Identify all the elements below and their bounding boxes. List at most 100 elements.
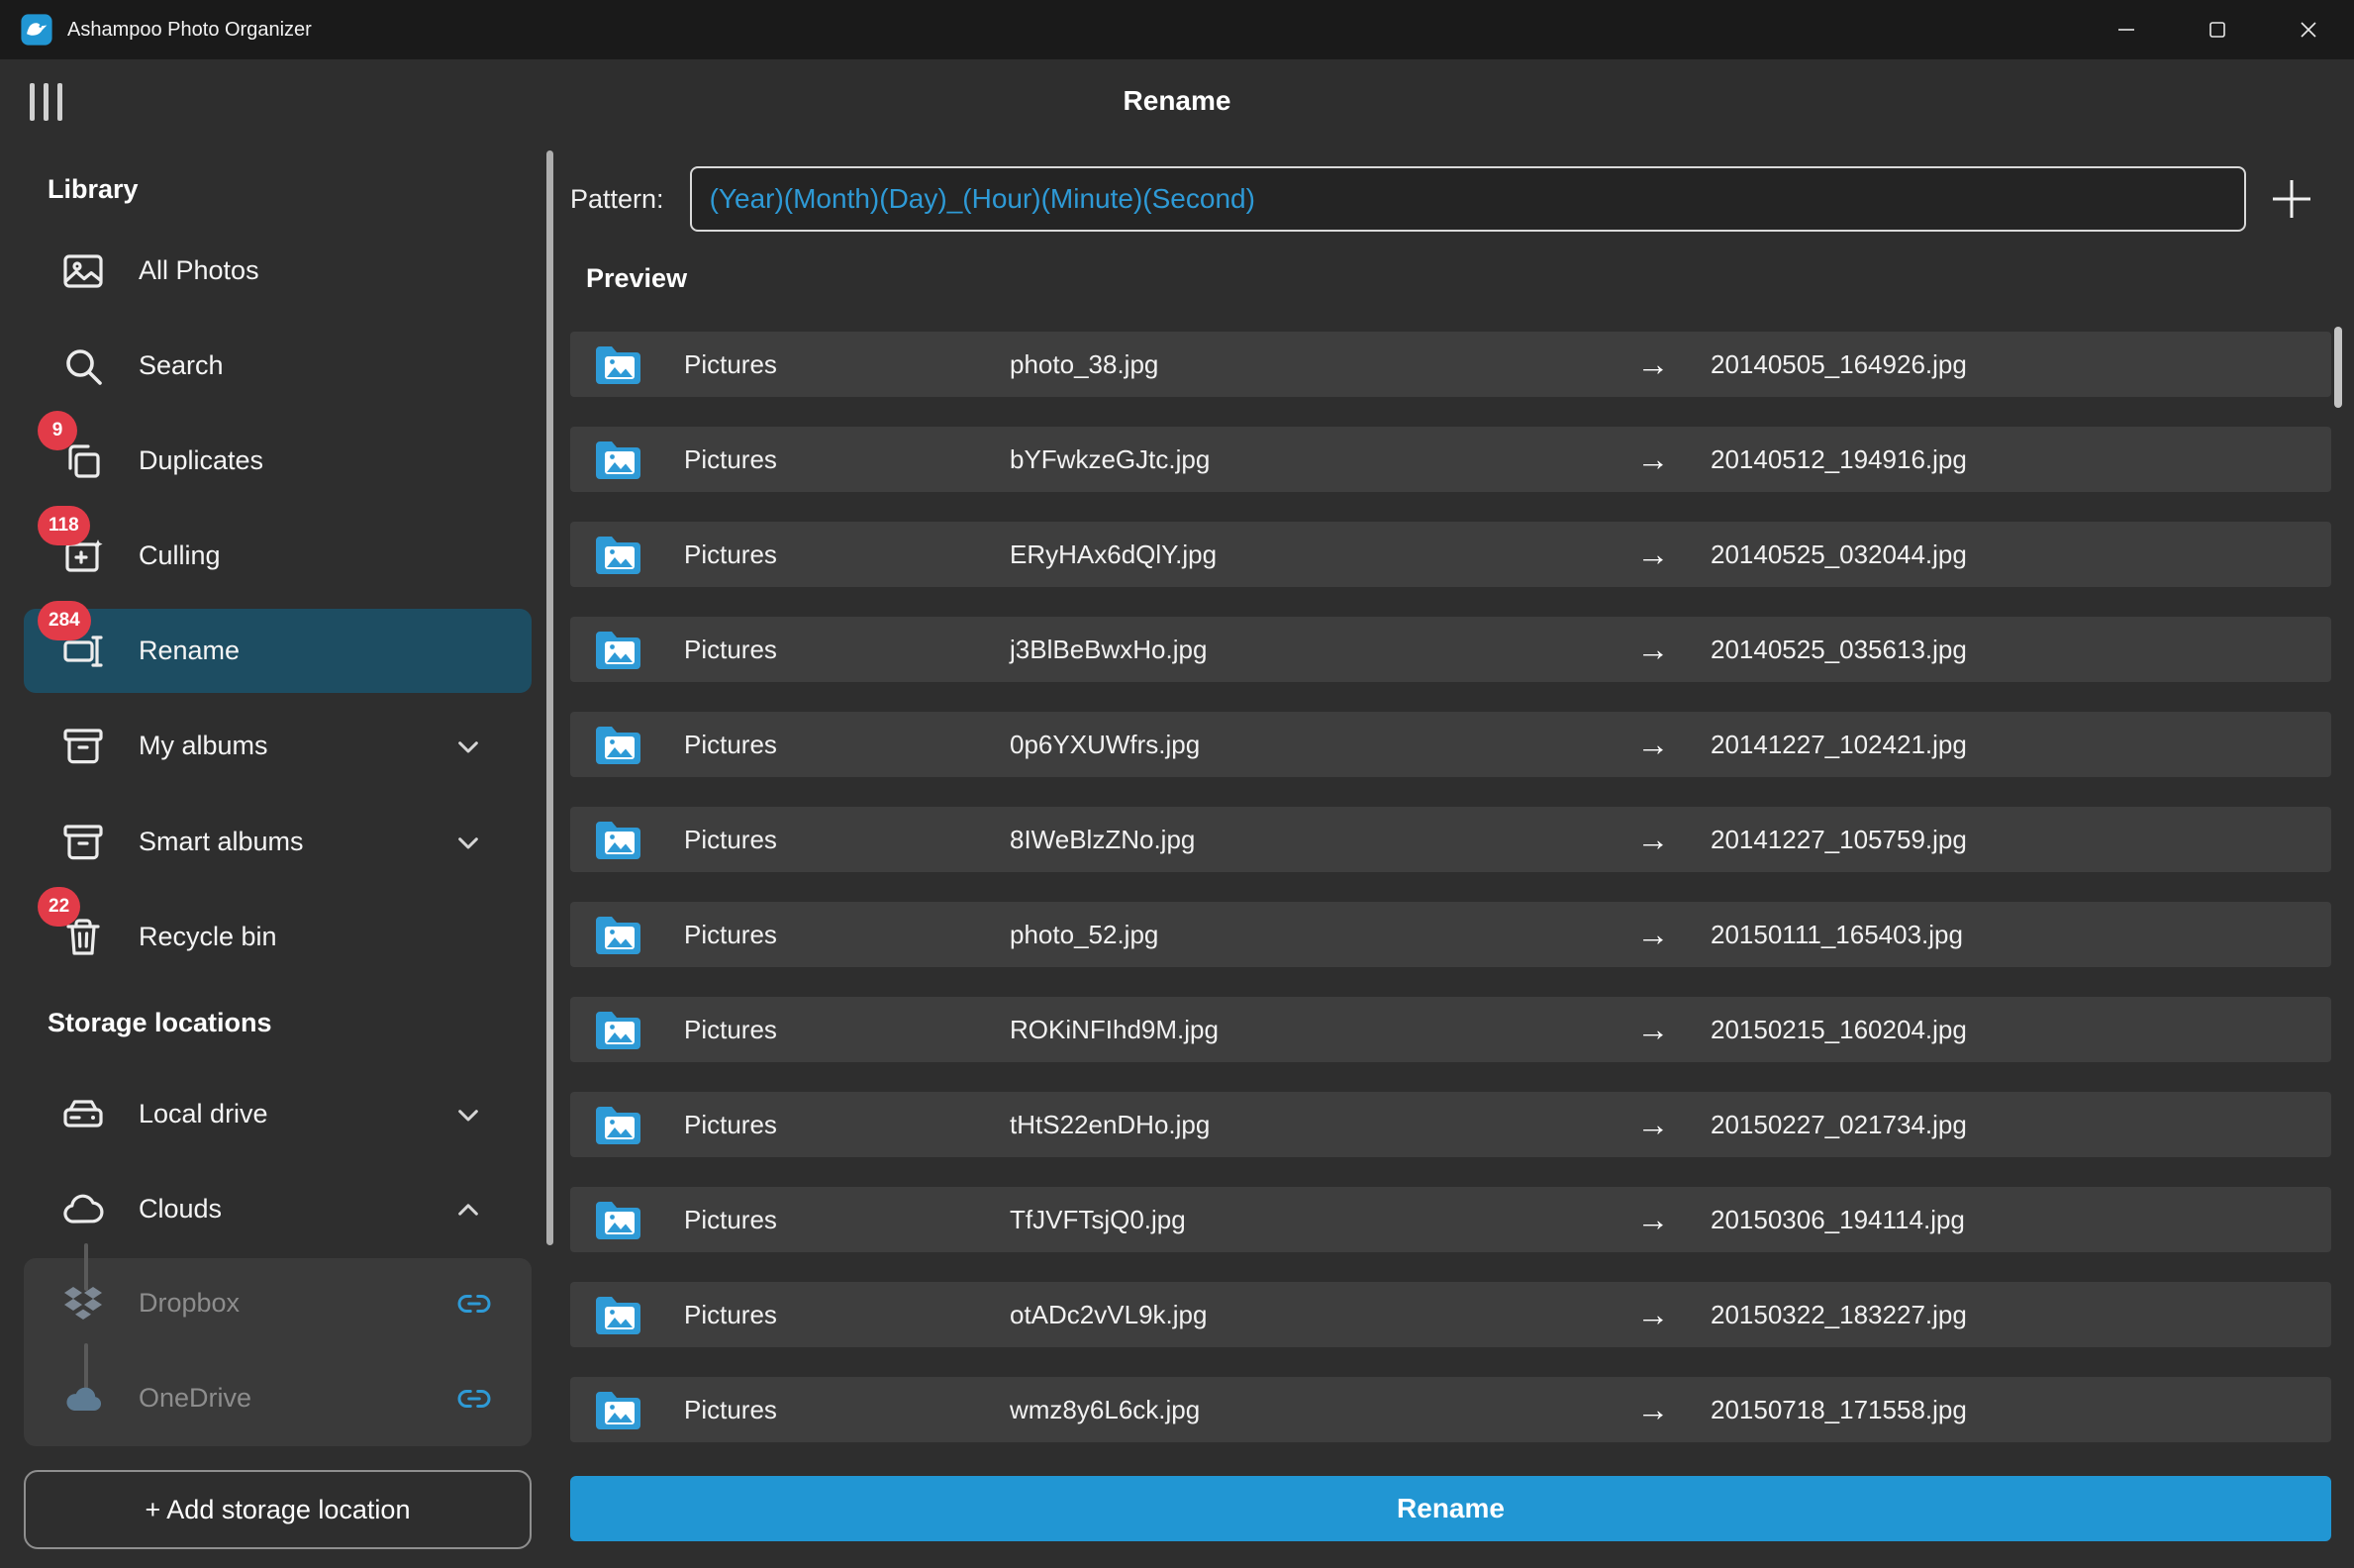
- row-new-name: 20150322_183227.jpg: [1711, 1299, 1967, 1329]
- arrow-icon: →: [1636, 1106, 1670, 1142]
- rename-badge: 284: [38, 601, 91, 640]
- sidebar-item-label: Culling: [139, 540, 221, 570]
- app-window: Ashampoo Photo Organizer Rename Library …: [0, 0, 2354, 1568]
- app-logo-icon: [21, 14, 52, 46]
- preview-row[interactable]: Pictures photo_38.jpg → 20140505_164926.…: [570, 332, 2331, 397]
- row-folder-label: Pictures: [684, 634, 777, 664]
- pattern-label: Pattern:: [570, 183, 664, 214]
- title-bar: Ashampoo Photo Organizer: [0, 0, 2354, 59]
- sidebar-scrollbar[interactable]: [546, 150, 553, 1245]
- chevron-up-icon[interactable]: [448, 1190, 488, 1229]
- rename-button[interactable]: Rename: [570, 1476, 2331, 1541]
- sidebar-item-smart-albums[interactable]: Smart albums: [24, 800, 532, 884]
- sidebar-item-local-drive[interactable]: Local drive: [24, 1072, 532, 1156]
- chevron-down-icon[interactable]: [448, 727, 488, 766]
- row-new-name: 20140512_194916.jpg: [1711, 443, 1967, 474]
- smart-albums-icon: [63, 824, 103, 859]
- add-storage-location-button[interactable]: + Add storage location: [24, 1470, 532, 1549]
- row-original-name: tHtS22enDHo.jpg: [1010, 1109, 1211, 1139]
- folder-icon: [593, 1387, 646, 1432]
- pattern-row: Pattern:: [570, 165, 2331, 233]
- row-new-name: 20140525_032044.jpg: [1711, 539, 1967, 569]
- row-folder-label: Pictures: [684, 539, 777, 569]
- sidebar-item-label: My albums: [139, 731, 268, 760]
- row-original-name: ROKiNFIhd9M.jpg: [1010, 1014, 1219, 1044]
- link-icon[interactable]: [456, 1381, 492, 1417]
- row-folder-label: Pictures: [684, 1299, 777, 1329]
- arrow-icon: →: [1636, 631, 1670, 667]
- preview-row[interactable]: Pictures 0p6YXUWfrs.jpg → 20141227_10242…: [570, 712, 2331, 777]
- sidebar-item-label: Smart albums: [139, 827, 304, 856]
- sidebar-item-search[interactable]: Search: [24, 324, 532, 408]
- arrow-icon: →: [1636, 916, 1670, 952]
- sidebar-item-label: Local drive: [139, 1099, 268, 1128]
- page-title: Rename: [1123, 85, 1231, 116]
- preview-list: Pictures photo_38.jpg → 20140505_164926.…: [570, 332, 2331, 1442]
- chevron-down-icon[interactable]: [448, 1095, 488, 1134]
- sidebar-item-dropbox[interactable]: Dropbox: [24, 1261, 532, 1345]
- row-original-name: photo_52.jpg: [1010, 919, 1159, 949]
- onedrive-icon: [66, 1387, 102, 1411]
- arrow-icon: →: [1636, 1296, 1670, 1332]
- row-new-name: 20150306_194114.jpg: [1711, 1204, 1965, 1234]
- window-controls: [2081, 0, 2354, 59]
- preview-heading: Preview: [586, 263, 688, 293]
- preview-row[interactable]: Pictures ERyHAx6dQlY.jpg → 20140525_0320…: [570, 522, 2331, 587]
- row-folder-label: Pictures: [684, 348, 777, 379]
- local-drive-icon: [63, 1099, 103, 1127]
- sidebar-item-label: Dropbox: [139, 1288, 241, 1318]
- folder-icon: [593, 912, 646, 957]
- preview-row[interactable]: Pictures wmz8y6L6ck.jpg → 20150718_17155…: [570, 1377, 2331, 1442]
- row-original-name: bYFwkzeGJtc.jpg: [1010, 443, 1211, 474]
- arrow-icon: →: [1636, 821, 1670, 857]
- sidebar-item-my-albums[interactable]: My albums: [24, 704, 532, 788]
- link-icon[interactable]: [456, 1286, 492, 1322]
- sidebar-item-culling[interactable]: 118 Culling: [24, 506, 532, 598]
- sidebar-item-clouds[interactable]: Clouds: [24, 1167, 532, 1251]
- sidebar-item-rename[interactable]: 284 Rename: [24, 601, 532, 693]
- sidebar-item-recycle-bin[interactable]: 22 Recycle bin: [24, 887, 532, 979]
- window-title: Ashampoo Photo Organizer: [67, 18, 312, 41]
- preview-row[interactable]: Pictures j3BlBeBwxHo.jpg → 20140525_0356…: [570, 617, 2331, 682]
- row-original-name: TfJVFTsjQ0.jpg: [1010, 1204, 1186, 1234]
- row-folder-label: Pictures: [684, 1394, 777, 1424]
- sidebar-item-label: Duplicates: [139, 445, 264, 475]
- arrow-icon: →: [1636, 1391, 1670, 1427]
- preview-row[interactable]: Pictures photo_52.jpg → 20150111_165403.…: [570, 902, 2331, 967]
- pattern-input[interactable]: [689, 166, 2246, 232]
- minimize-button[interactable]: [2081, 0, 2172, 59]
- sidebar-item-onedrive[interactable]: OneDrive: [24, 1356, 532, 1440]
- folder-icon: [593, 722, 646, 767]
- close-button[interactable]: [2263, 0, 2354, 59]
- preview-row[interactable]: Pictures ROKiNFIhd9M.jpg → 20150215_1602…: [570, 997, 2331, 1062]
- arrow-icon: →: [1636, 441, 1670, 477]
- preview-row[interactable]: Pictures tHtS22enDHo.jpg → 20150227_0217…: [570, 1092, 2331, 1157]
- folder-icon: [593, 1102, 646, 1147]
- sidebar-item-duplicates[interactable]: 9 Duplicates: [24, 411, 532, 503]
- content-scrollbar[interactable]: [2334, 327, 2342, 408]
- folder-icon: [593, 1197, 646, 1242]
- row-new-name: 20140525_035613.jpg: [1711, 634, 1967, 664]
- sidebar-item-label: Clouds: [139, 1194, 223, 1224]
- row-folder-label: Pictures: [684, 1204, 777, 1234]
- minimize-icon: [2118, 29, 2134, 31]
- add-pattern-button[interactable]: [2252, 165, 2331, 233]
- culling-badge: 118: [38, 506, 90, 545]
- folder-icon: [593, 342, 646, 387]
- preview-row[interactable]: Pictures 8IWeBlzZNo.jpg → 20141227_10575…: [570, 807, 2331, 872]
- sidebar-item-label: OneDrive: [139, 1383, 252, 1413]
- row-new-name: 20150227_021734.jpg: [1711, 1109, 1967, 1139]
- preview-row[interactable]: Pictures bYFwkzeGJtc.jpg → 20140512_1949…: [570, 427, 2331, 492]
- sidebar-item-all-photos[interactable]: All Photos: [24, 229, 532, 313]
- chevron-down-icon[interactable]: [448, 823, 488, 862]
- maximize-icon: [2209, 22, 2225, 38]
- row-folder-label: Pictures: [684, 824, 777, 854]
- row-folder-label: Pictures: [684, 729, 777, 759]
- sidebar-item-label: All Photos: [139, 255, 259, 285]
- arrow-icon: →: [1636, 726, 1670, 762]
- preview-row[interactable]: Pictures otADc2vVL9k.jpg → 20150322_1832…: [570, 1282, 2331, 1347]
- row-new-name: 20141227_105759.jpg: [1711, 824, 1967, 854]
- folder-icon: [593, 627, 646, 672]
- preview-row[interactable]: Pictures TfJVFTsjQ0.jpg → 20150306_19411…: [570, 1187, 2331, 1252]
- maximize-button[interactable]: [2172, 0, 2263, 59]
